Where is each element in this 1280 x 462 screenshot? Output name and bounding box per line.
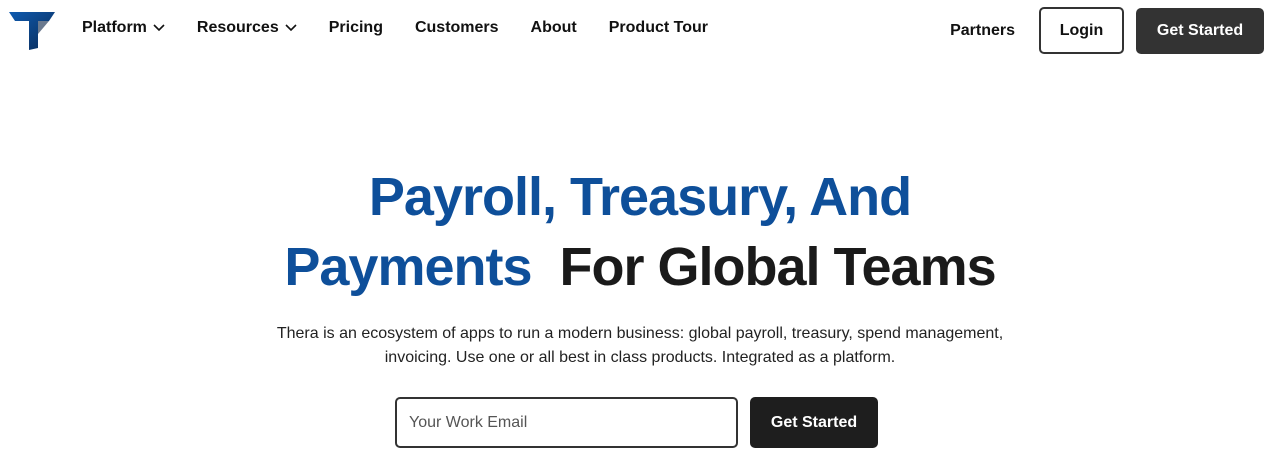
chevron-down-icon	[285, 24, 297, 32]
nav-item-resources[interactable]: Resources	[197, 19, 297, 37]
partners-link[interactable]: Partners	[950, 22, 1015, 40]
hero-subtitle: Thera is an ecosystem of apps to run a m…	[0, 322, 1280, 370]
nav-item-pricing[interactable]: Pricing	[329, 19, 383, 37]
nav-item-customers[interactable]: Customers	[415, 19, 499, 37]
nav-actions: Partners Login Get Started	[950, 7, 1264, 54]
nav-item-product-tour[interactable]: Product Tour	[609, 19, 708, 37]
nav-label: Platform	[82, 19, 147, 36]
nav-label: Pricing	[328, 19, 383, 36]
nav-label: Customers	[414, 19, 499, 36]
signup-get-started-button[interactable]: Get Started	[750, 397, 878, 448]
thera-logo-icon[interactable]	[9, 12, 55, 50]
hero-title-highlight: Payments	[284, 237, 532, 297]
chevron-down-icon	[153, 24, 165, 32]
nav-links: Platform Resources Pricing Customers Abo…	[82, 19, 740, 37]
get-started-button[interactable]: Get Started	[1136, 7, 1264, 54]
nav-label: Resources	[196, 19, 279, 36]
signup-form: Get Started	[395, 397, 878, 448]
hero-title-line2: Payments For Global Teams	[0, 232, 1280, 302]
hero-subtitle-line2: invoicing. Use one or all best in class …	[384, 349, 896, 366]
hero-title-line1: Payroll, Treasury, And	[368, 167, 912, 227]
work-email-input[interactable]	[395, 397, 738, 448]
nav-item-platform[interactable]: Platform	[82, 19, 165, 37]
nav-label: About	[530, 19, 577, 36]
nav-label: Product Tour	[608, 19, 708, 36]
nav-item-about[interactable]: About	[531, 19, 577, 37]
login-button[interactable]: Login	[1039, 7, 1124, 54]
top-navigation: Platform Resources Pricing Customers Abo…	[0, 0, 1280, 62]
hero-title-rest: For Global Teams	[559, 237, 997, 297]
hero-subtitle-line1: Thera is an ecosystem of apps to run a m…	[276, 325, 1004, 342]
